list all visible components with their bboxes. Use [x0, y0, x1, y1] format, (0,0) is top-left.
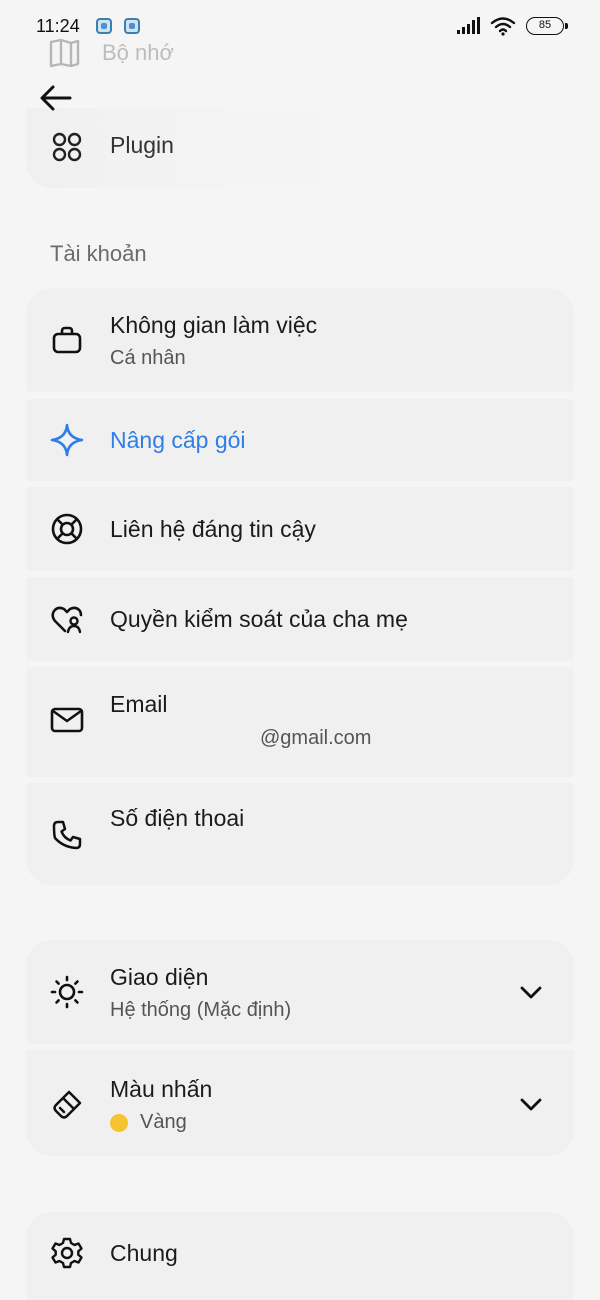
sun-icon	[50, 975, 84, 1009]
trusted-contact-card[interactable]: Liên hệ đáng tin cậy	[26, 487, 574, 571]
book-icon	[49, 38, 80, 68]
phone-card[interactable]: Số điện thoai	[26, 783, 574, 885]
email-card[interactable]: Email @gmail.com	[26, 667, 574, 777]
workspace-subtitle: Cá nhân	[110, 347, 186, 369]
signal-icon	[457, 17, 480, 34]
back-arrow-icon	[40, 85, 72, 111]
appearance-subtitle: Hệ thống (Mặc định)	[110, 999, 292, 1021]
sparkle-icon	[50, 423, 84, 457]
battery-level: 85	[538, 19, 552, 31]
general-card[interactable]: Chung	[26, 1212, 574, 1300]
notification-app-icon	[96, 18, 112, 34]
mail-icon	[50, 703, 84, 737]
accent-color-card[interactable]: Màu nhấn Vàng	[26, 1050, 574, 1156]
plugin-row[interactable]: Plugin	[26, 108, 574, 188]
notification-app-icon	[124, 18, 140, 34]
battery-indicator: 85	[526, 17, 568, 35]
wifi-icon	[490, 17, 516, 36]
plugins-grid-icon	[50, 130, 84, 164]
email-value: @gmail.com	[260, 727, 372, 749]
lifebuoy-icon	[50, 512, 84, 546]
workspace-card[interactable]: Không gian làm việc Cá nhân	[26, 288, 574, 392]
plugin-label: Plugin	[110, 132, 174, 158]
upgrade-label: Nâng cấp gói	[110, 427, 246, 453]
accent-color-value: Vàng	[110, 1111, 212, 1134]
parental-controls-card[interactable]: Quyền kiểm soát của cha mẹ	[26, 577, 574, 661]
phone-icon	[50, 818, 84, 852]
email-row[interactable]: Email @gmail.com	[26, 667, 574, 777]
appearance-row[interactable]: Giao diện Hệ thống (Mặc định)	[26, 940, 574, 1044]
parental-controls-row[interactable]: Quyền kiểm soát của cha mẹ	[26, 577, 574, 661]
plugin-card[interactable]: Plugin	[26, 108, 574, 188]
workspace-title: Không gian làm việc	[110, 312, 318, 338]
upgrade-row[interactable]: Nâng cấp gói	[26, 399, 574, 481]
status-time: 11:24	[36, 16, 80, 36]
account-section-label: Tài khoản	[50, 241, 147, 266]
general-row[interactable]: Chung	[26, 1212, 574, 1300]
phone-row[interactable]: Số điện thoai	[26, 783, 574, 885]
appearance-card[interactable]: Giao diện Hệ thống (Mặc định)	[26, 940, 574, 1044]
chevron-down-icon[interactable]	[518, 979, 544, 1005]
accent-color-row[interactable]: Màu nhấn Vàng	[26, 1050, 574, 1156]
upgrade-card[interactable]: Nâng cấp gói	[26, 399, 574, 481]
accent-color-name: Vàng	[140, 1111, 187, 1133]
general-label: Chung	[110, 1240, 178, 1266]
memory-label: Bộ nhớ	[102, 40, 174, 65]
appearance-title: Giao diện	[110, 964, 209, 990]
workspace-row[interactable]: Không gian làm việc Cá nhân	[26, 288, 574, 392]
accent-color-title: Màu nhấn	[110, 1076, 213, 1102]
heart-person-icon	[50, 602, 84, 636]
trusted-contact-row[interactable]: Liên hệ đáng tin cậy	[26, 487, 574, 571]
briefcase-icon	[50, 323, 84, 357]
parental-controls-label: Quyền kiểm soát của cha mẹ	[110, 606, 408, 632]
status-indicators: 85	[456, 16, 568, 36]
trusted-contact-label: Liên hệ đáng tin cậy	[110, 516, 316, 542]
memory-row[interactable]: Bộ nhớ	[48, 38, 174, 68]
paintbrush-icon	[50, 1088, 84, 1122]
gear-icon	[50, 1236, 84, 1270]
yellow-swatch-icon	[110, 1113, 128, 1132]
chevron-down-icon[interactable]	[518, 1091, 544, 1117]
phone-title: Số điện thoai	[110, 805, 245, 831]
back-button[interactable]	[36, 78, 76, 118]
email-title: Email	[110, 691, 168, 717]
